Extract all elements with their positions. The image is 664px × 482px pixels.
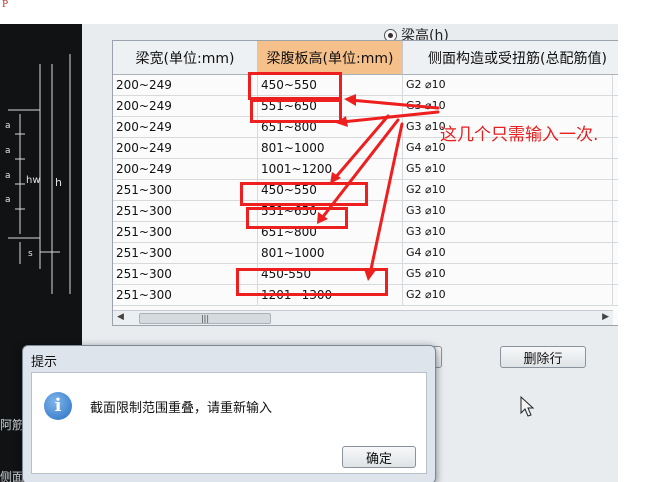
highlight-box-4 bbox=[246, 207, 348, 229]
screen-photo: a a a a hw h s 阿筋信 侧面纵筋 梁高(h) 梁宽(单位:mm) … bbox=[0, 24, 618, 482]
annotation-text: 这几个只需输入一次. bbox=[440, 125, 599, 145]
highlight-box-5 bbox=[236, 268, 388, 296]
highlight-box-2 bbox=[250, 99, 342, 123]
highlight-box-3 bbox=[240, 182, 368, 206]
highlight-box-1 bbox=[248, 72, 342, 100]
dialog-ok-button[interactable]: 确定 bbox=[342, 446, 416, 468]
warning-dialog: 提示 i 截面限制范围重叠，请重新输入 确定 bbox=[22, 345, 436, 482]
arrow-1 bbox=[348, 98, 440, 110]
arrow-2 bbox=[340, 110, 440, 124]
dialog-message: 截面限制范围重叠，请重新输入 bbox=[90, 401, 273, 416]
arrow-5 bbox=[368, 122, 404, 276]
dialog-body: i 截面限制范围重叠，请重新输入 确定 bbox=[31, 372, 427, 474]
info-icon: i bbox=[44, 392, 72, 420]
dialog-title: 提示 bbox=[31, 355, 58, 370]
arrowhead-1 bbox=[344, 94, 356, 106]
mouse-cursor-icon bbox=[520, 396, 535, 417]
corner-mark: P bbox=[2, 0, 9, 10]
